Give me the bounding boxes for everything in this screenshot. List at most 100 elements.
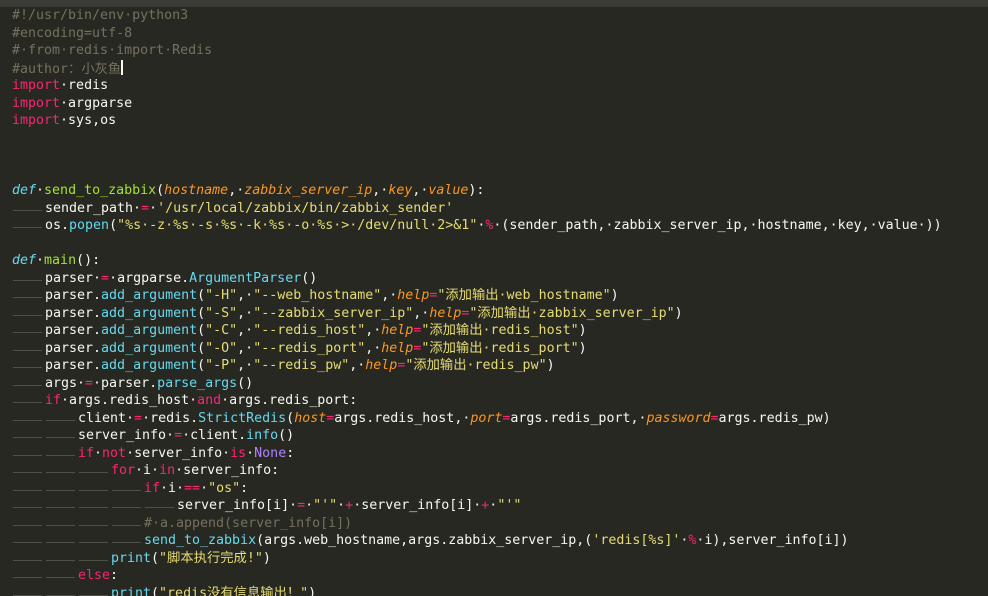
code-token: parser. (45, 340, 102, 356)
indent-guide (45, 480, 78, 497)
indent-guide (144, 497, 177, 514)
code-line[interactable]: #!/usr/bin/env·python3 (12, 7, 188, 25)
code-token: add_argument (101, 288, 198, 303)
code-line[interactable]: def·send_to_zabbix(hostname,·zabbix_serv… (12, 182, 484, 200)
code-token: · (149, 200, 158, 216)
code-token: import (12, 95, 61, 111)
indent-guide (45, 585, 78, 596)
code-editor[interactable]: #!/usr/bin/env·python3 #encoding=utf-8 #·f… (0, 7, 988, 596)
code-line[interactable]: for·i·in·server_info: (12, 462, 279, 480)
code-token: ( (109, 218, 118, 233)
code-line[interactable]: #encoding=utf-8 (12, 25, 132, 43)
code-token: : (110, 568, 119, 583)
code-line[interactable]: else: (12, 567, 118, 585)
code-token: : (286, 445, 295, 461)
code-line[interactable]: import·sys,os (12, 112, 116, 130)
code-token: "--redis_port" (253, 340, 366, 356)
code-token: (args.web_hostname,args.zabbix_server_ip… (256, 533, 593, 548)
code-line[interactable]: #author：小灰鱼 (12, 59, 124, 78)
code-token: args· (45, 375, 86, 391)
code-line[interactable]: import·redis (12, 77, 108, 95)
code-token: "添加输出·zabbix_server_ip" (469, 305, 675, 321)
code-line[interactable]: def·main(): (12, 252, 100, 270)
code-token: ) (578, 323, 587, 338)
code-token: = (85, 375, 94, 391)
code-line[interactable]: client·=·redis.StrictRedis(host=args.red… (12, 410, 831, 428)
code-token: zabbix_server_ip (244, 183, 373, 198)
indent-guide (111, 515, 144, 532)
code-line[interactable]: parser.add_argument("-S",·"--zabbix_serv… (12, 305, 683, 323)
code-line[interactable]: print("脚本执行完成!") (12, 550, 271, 568)
code-line[interactable]: send_to_zabbix(args.web_hostname,args.za… (12, 532, 849, 550)
code-token: ·sys,os (60, 113, 117, 128)
indent-guide (12, 550, 45, 567)
code-token: ,· (412, 183, 429, 198)
code-line[interactable]: #·from·redis·import·Redis (12, 42, 212, 60)
code-line[interactable]: os.popen("%s·-z·%s·-s·%s·-k·%s·-o·%s·>·/… (12, 217, 942, 235)
code-token: ·i· (135, 463, 160, 478)
code-line[interactable]: parser.add_argument("-C",·"--redis_host"… (12, 322, 587, 340)
code-line[interactable]: server_info[i]·=·"'"·+·server_info[i]·+·… (12, 497, 521, 515)
code-token: · (337, 498, 346, 513)
code-token: = (141, 200, 150, 216)
code-token: "-O" (205, 340, 238, 356)
indent-guide (78, 532, 111, 549)
indent-guide (12, 357, 45, 374)
code-token: client· (78, 410, 135, 426)
code-token: ) (674, 305, 683, 321)
code-token: ·args.redis_host· (61, 393, 198, 408)
code-line[interactable]: parser.add_argument("-H",·"--web_hostnam… (12, 287, 619, 305)
code-token: ,· (365, 340, 382, 356)
indent-guide (12, 480, 45, 497)
code-line[interactable]: parser·=·argparse.ArgumentParser() (12, 270, 317, 288)
code-token: ·argparse. (109, 270, 190, 286)
code-token: == (184, 480, 201, 496)
code-line[interactable]: parser.add_argument("-O",·"--redis_port"… (12, 340, 587, 358)
code-token: = (174, 428, 183, 443)
code-token: ,· (381, 288, 398, 303)
indent-guide (45, 497, 78, 514)
indent-guide (78, 585, 111, 596)
code-line[interactable]: server_info·=·client.info() (12, 427, 294, 445)
code-token: "'" (313, 498, 338, 513)
code-token: "-C" (205, 323, 238, 338)
code-token: : (240, 480, 249, 496)
code-token: help (381, 340, 414, 356)
code-token: ( (286, 410, 295, 426)
code-token: print (111, 550, 152, 566)
indent-guide (45, 532, 78, 549)
code-token: value (428, 183, 469, 198)
code-token: add_argument (101, 305, 198, 321)
indent-guide (12, 305, 45, 322)
code-line[interactable]: if·not·server_info·is·None: (12, 445, 294, 463)
code-line[interactable]: import·argparse (12, 95, 132, 113)
code-line[interactable]: print("redis没有信息输出！") (12, 585, 316, 596)
indent-guide (45, 445, 78, 462)
code-token: #encoding=utf-8 (12, 25, 133, 41)
code-line[interactable]: parser.add_argument("-P",·"--redis_pw",·… (12, 357, 555, 375)
code-token: () (237, 375, 254, 391)
code-token: #author：小灰鱼 (12, 61, 122, 77)
code-token: = (297, 498, 306, 513)
code-token: "-P" (205, 358, 238, 373)
code-line[interactable]: args·=·parser.parse_args() (12, 375, 253, 393)
indent-guide (12, 322, 45, 339)
code-token: info (246, 428, 279, 443)
code-token: help (397, 288, 430, 303)
code-token: ) (262, 550, 271, 566)
code-token: "--redis_host" (253, 323, 366, 338)
code-token: os. (45, 218, 70, 233)
code-line[interactable]: sender_path·=·'/usr/local/zabbix/bin/zab… (12, 200, 453, 218)
code-token: ·redis (60, 78, 109, 93)
code-line[interactable]: #·a.append(server_info[i]) (12, 515, 352, 533)
indent-guide (12, 497, 45, 514)
code-token: import (12, 113, 61, 128)
indent-guide (12, 427, 45, 444)
code-line[interactable]: if·args.redis_host·and·args.redis_port: (12, 392, 357, 410)
indent-guide (78, 480, 111, 497)
code-token: server_info· (78, 428, 175, 443)
indent-guide (12, 340, 45, 357)
code-line[interactable]: if·i·==·"os": (12, 480, 248, 498)
code-token: parser. (45, 358, 102, 373)
code-token: ·client. (182, 428, 247, 443)
